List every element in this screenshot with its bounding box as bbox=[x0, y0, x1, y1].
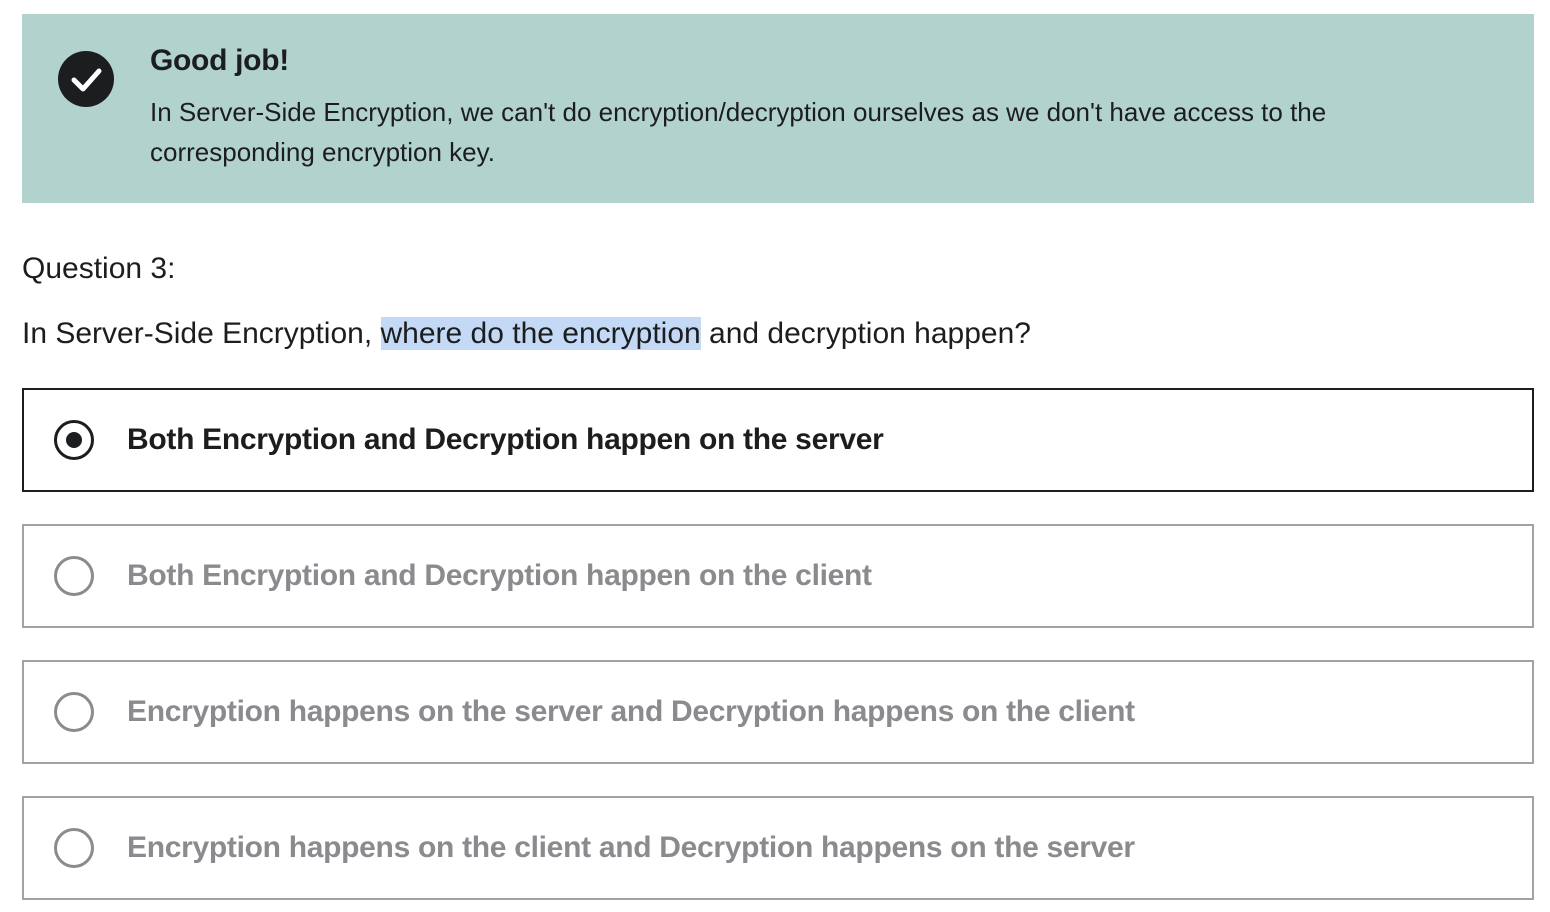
radio-unselected-icon[interactable] bbox=[54, 556, 94, 596]
feedback-message: In Server-Side Encryption, we can't do e… bbox=[150, 97, 1327, 167]
feedback-banner: Good job! In Server-Side Encryption, we … bbox=[22, 14, 1534, 203]
answer-option-4[interactable]: Encryption happens on the client and Dec… bbox=[22, 796, 1534, 900]
radio-dot bbox=[66, 432, 82, 448]
answer-option-1[interactable]: Both Encryption and Decryption happen on… bbox=[22, 388, 1534, 492]
feedback-title: Good job! bbox=[150, 44, 289, 77]
answer-label: Both Encryption and Decryption happen on… bbox=[127, 423, 884, 456]
question-text-start: In Server-Side Encryption, bbox=[22, 317, 381, 350]
question-text-end: and decryption happen? bbox=[700, 317, 1031, 350]
answer-label: Encryption happens on the client and Dec… bbox=[127, 831, 1135, 864]
answer-label: Encryption happens on the server and Dec… bbox=[127, 695, 1135, 728]
question-text: In Server-Side Encryption, where do the … bbox=[22, 312, 1031, 356]
selected-text-highlight: where do the encryption bbox=[380, 317, 701, 350]
answer-option-3[interactable]: Encryption happens on the server and Dec… bbox=[22, 660, 1534, 764]
question-number: Question 3: bbox=[22, 252, 176, 285]
radio-unselected-icon[interactable] bbox=[54, 828, 94, 868]
answer-label: Both Encryption and Decryption happen on… bbox=[127, 559, 872, 592]
answer-option-2[interactable]: Both Encryption and Decryption happen on… bbox=[22, 524, 1534, 628]
radio-selected-icon[interactable] bbox=[54, 420, 94, 460]
radio-unselected-icon[interactable] bbox=[54, 692, 94, 732]
check-circle-icon bbox=[58, 51, 114, 107]
